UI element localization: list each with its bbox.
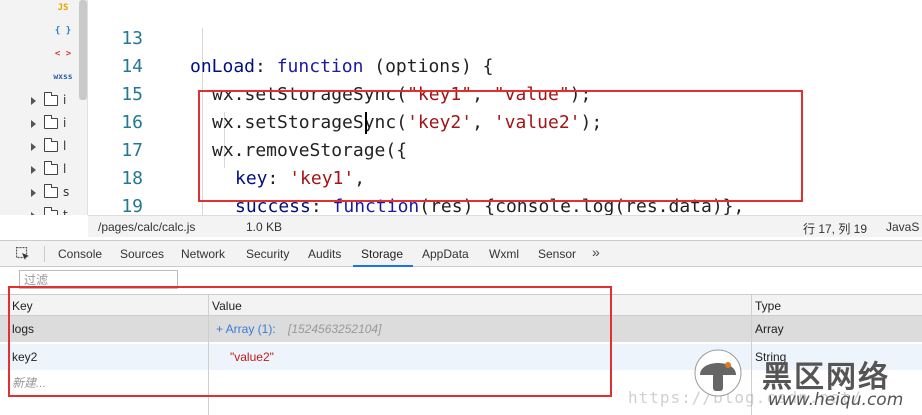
- file-tree-sidebar: JS { } < > wxss i i l l s t t: [0, 0, 88, 215]
- json-file-icon[interactable]: { }: [48, 26, 78, 36]
- mushroom-logo-icon: [694, 349, 742, 397]
- expand-arrow-icon[interactable]: [31, 143, 36, 151]
- language-mode[interactable]: JavaS: [886, 220, 919, 234]
- cursor-position[interactable]: 行 17, 列 19: [803, 220, 867, 237]
- folder-icon: [43, 92, 58, 106]
- tab-sources[interactable]: Sources: [120, 247, 164, 261]
- tree-folder-item[interactable]: i: [0, 91, 87, 111]
- tree-folder-item[interactable]: s: [0, 183, 87, 203]
- tree-folder-item[interactable]: l: [0, 137, 87, 157]
- tab-security[interactable]: Security: [246, 247, 289, 261]
- tab-wxml[interactable]: Wxml: [489, 247, 519, 261]
- watermark-url: www.heiqu.com: [768, 390, 904, 410]
- folder-icon: [43, 138, 58, 152]
- folder-label: t: [63, 208, 68, 215]
- column-header-type[interactable]: Type: [755, 299, 781, 313]
- code-line[interactable]: 15 wx.setStorageSync('key2', 'value2');: [88, 53, 922, 133]
- tab-storage[interactable]: Storage: [361, 247, 403, 261]
- expand-arrow-icon[interactable]: [31, 166, 36, 174]
- tab-network[interactable]: Network: [181, 247, 225, 261]
- active-tab-indicator: [353, 265, 413, 267]
- highlight-box-code: [198, 90, 803, 202]
- tab-audits[interactable]: Audits: [308, 247, 341, 261]
- tab-sensor[interactable]: Sensor: [538, 247, 576, 261]
- file-path: /pages/calc/calc.js: [98, 220, 196, 234]
- folder-icon: [43, 161, 58, 175]
- file-size: 1.0 KB: [246, 220, 283, 234]
- tree-folder-item[interactable]: l: [0, 160, 87, 180]
- tree-folder-item[interactable]: i: [0, 114, 87, 134]
- tab-separator: [44, 246, 45, 262]
- tab-console[interactable]: Console: [58, 247, 102, 261]
- wxss-file-icon[interactable]: wxss: [48, 72, 78, 81]
- editor-status-bar: /pages/calc/calc.js 1.0 KB 行 17, 列 19 Ja…: [88, 215, 922, 237]
- code-line[interactable]: 13 onLoad: function (options) {: [88, 0, 922, 77]
- folder-label: l: [63, 162, 67, 176]
- folder-label: l: [63, 139, 67, 153]
- expand-arrow-icon[interactable]: [31, 212, 36, 215]
- folder-label: i: [63, 116, 67, 130]
- expand-arrow-icon[interactable]: [31, 189, 36, 197]
- folder-icon: [43, 115, 58, 129]
- sidebar-scrollbar[interactable]: [79, 0, 87, 100]
- devtools-tab-bar: Console Sources Network Security Audits …: [0, 240, 922, 267]
- row-type: Array: [755, 322, 784, 336]
- tree-folder-item[interactable]: t: [0, 206, 87, 215]
- more-tabs-chevron-icon[interactable]: »: [592, 244, 600, 260]
- expand-arrow-icon[interactable]: [31, 120, 36, 128]
- folder-label: s: [63, 185, 70, 199]
- inspect-element-icon[interactable]: [16, 247, 30, 261]
- expand-arrow-icon[interactable]: [31, 97, 36, 105]
- js-file-icon[interactable]: JS: [48, 3, 78, 13]
- wxml-file-icon[interactable]: < >: [48, 49, 78, 59]
- folder-icon: [43, 207, 58, 215]
- highlight-box-storage: [8, 286, 612, 397]
- tab-appdata[interactable]: AppData: [422, 247, 469, 261]
- code-line[interactable]: 14 wx.setStorageSync("key1", "value");: [88, 25, 922, 105]
- code-editor[interactable]: 13 onLoad: function (options) { 14 wx.se…: [88, 0, 922, 215]
- folder-icon: [43, 184, 58, 198]
- folder-label: i: [63, 93, 67, 107]
